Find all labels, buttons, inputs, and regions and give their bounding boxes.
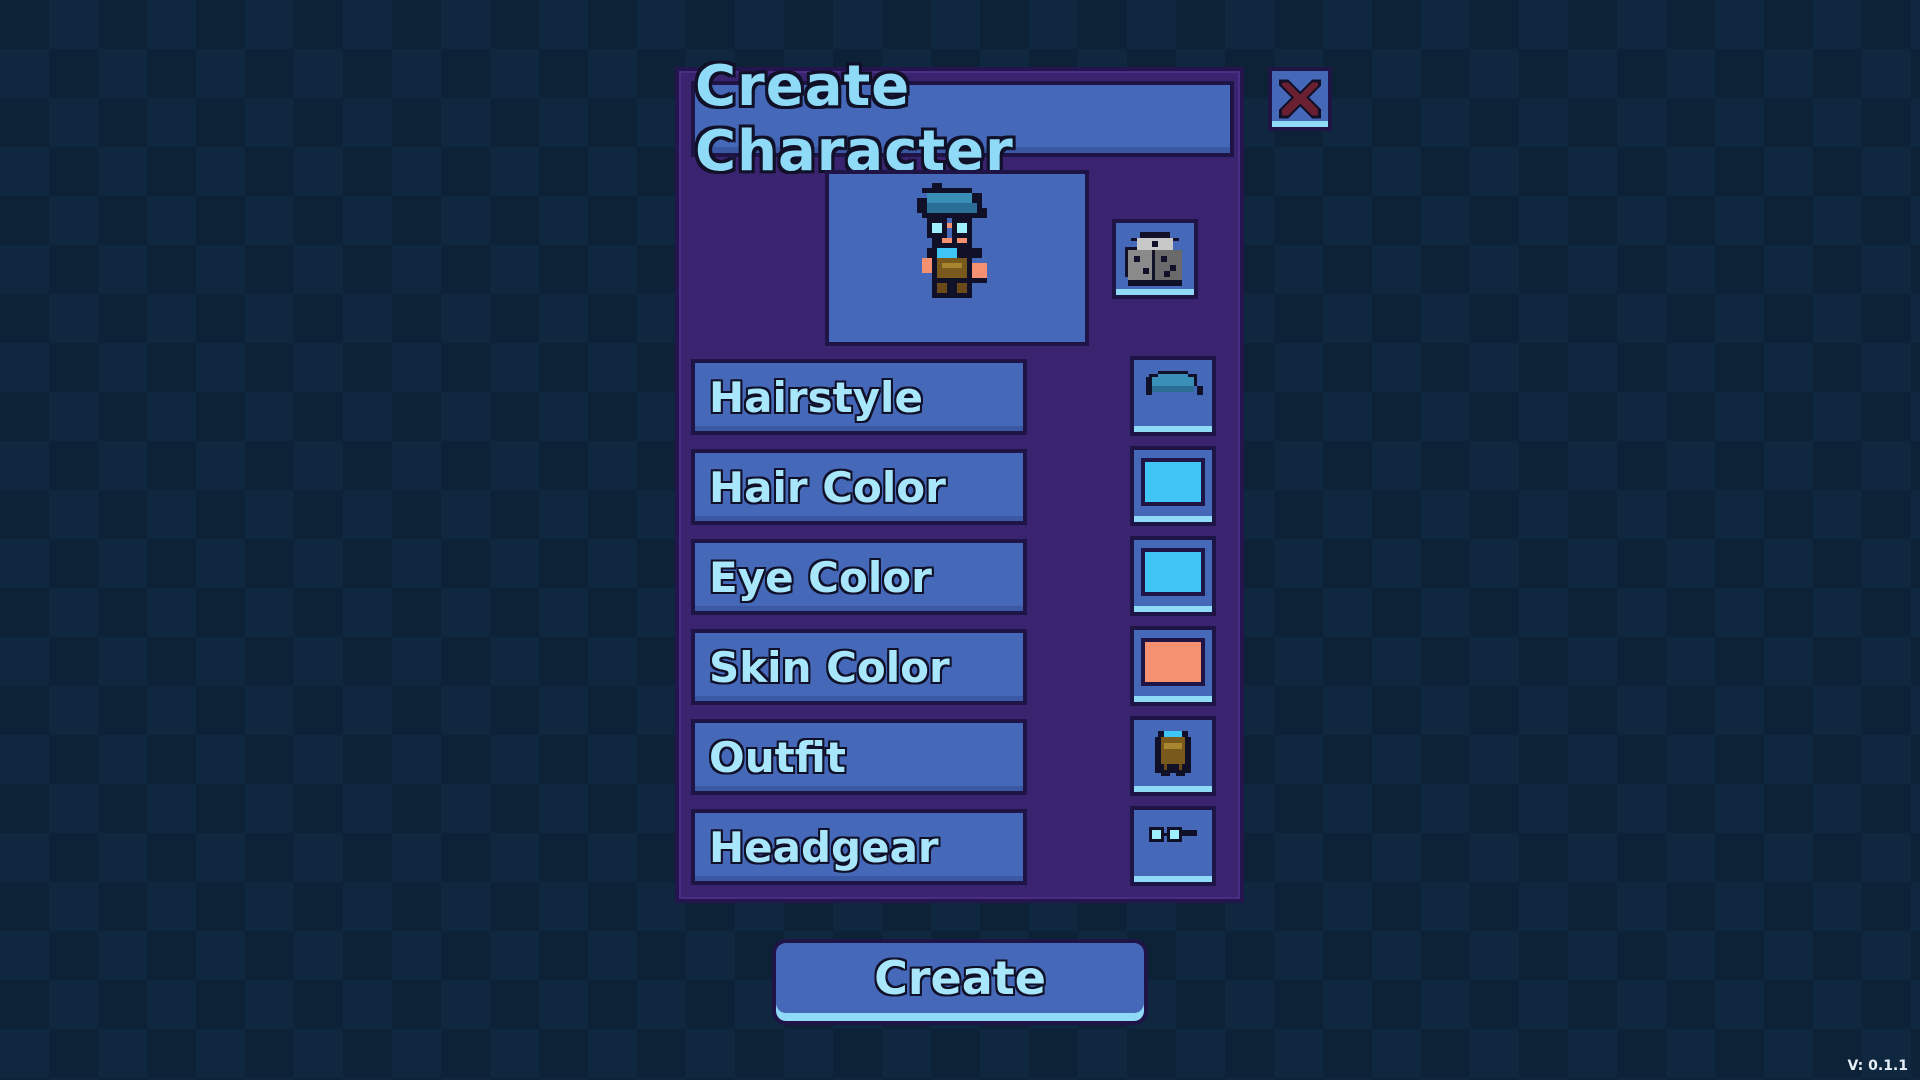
option-hair-color[interactable]: Hair Color [691, 449, 1027, 525]
eye-color-selector[interactable] [1130, 536, 1216, 616]
skin-color-swatch [1141, 638, 1205, 686]
hairstyle-selector[interactable] [1130, 356, 1216, 436]
version-label: V: 0.1.1 [1847, 1058, 1908, 1074]
option-outfit[interactable]: Outfit [691, 719, 1027, 795]
option-label: Eye Color [709, 552, 932, 602]
title-bar: Create Character [691, 54, 1234, 184]
option-label: Headgear [709, 822, 939, 872]
dice-icon [1125, 232, 1182, 286]
outfit-selector[interactable] [1130, 716, 1216, 796]
headgear-selector[interactable] [1130, 806, 1216, 886]
option-label: Skin Color [709, 642, 950, 692]
option-label: Hair Color [709, 462, 946, 512]
option-label: Outfit [709, 732, 846, 782]
hair-color-selector[interactable] [1130, 446, 1216, 526]
option-hairstyle[interactable]: Hairstyle [691, 359, 1027, 435]
close-x-icon [1279, 79, 1321, 119]
create-button[interactable]: Create [772, 939, 1148, 1025]
option-eye-color[interactable]: Eye Color [691, 539, 1027, 615]
character-sprite [917, 183, 987, 298]
option-skin-color[interactable]: Skin Color [691, 629, 1027, 705]
option-headgear[interactable]: Headgear [691, 809, 1027, 885]
skin-color-selector[interactable] [1130, 626, 1216, 706]
create-button-label: Create [874, 951, 1046, 1005]
outfit-icon [1155, 731, 1191, 776]
goggles-icon [1149, 827, 1197, 842]
close-button[interactable] [1268, 67, 1332, 131]
randomize-button[interactable] [1112, 219, 1198, 299]
option-label: Hairstyle [709, 372, 923, 422]
page-title: Create Character [695, 54, 1014, 184]
eye-color-swatch [1141, 548, 1205, 596]
character-creation-panel: Create Character Hairstyle Hair Color Ey… [675, 54, 1244, 903]
hair-color-swatch [1141, 458, 1205, 506]
character-preview [825, 170, 1089, 346]
hair-icon [1146, 371, 1203, 395]
